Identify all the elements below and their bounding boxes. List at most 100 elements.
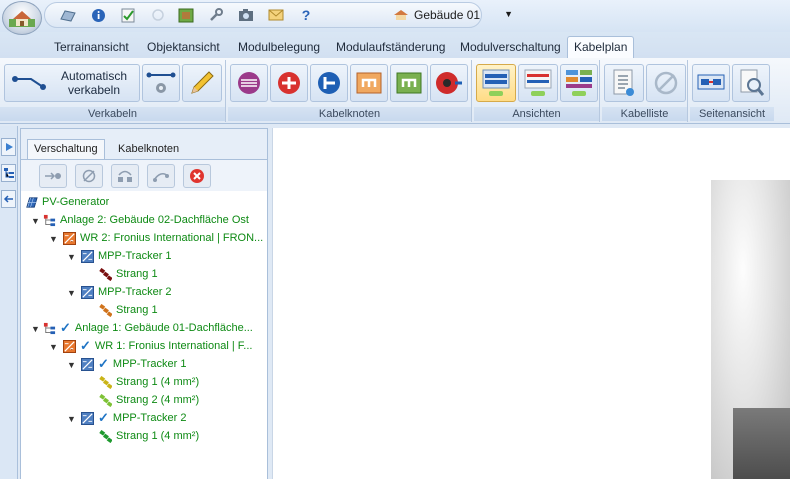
mpp-tracker-icon bbox=[81, 357, 94, 371]
tree-node-mpp-tracker-1[interactable]: MPP-Tracker 1 bbox=[81, 248, 172, 264]
building-select[interactable]: Gebäude 01 ▼ bbox=[385, 5, 521, 25]
node-type-4-button[interactable] bbox=[350, 64, 388, 102]
tree-node-pv-generator[interactable]: PV-Generator bbox=[25, 194, 109, 210]
junction-box-green-icon bbox=[396, 72, 422, 94]
tab-terrainansicht[interactable]: Terrainansicht bbox=[47, 36, 136, 58]
group-button[interactable] bbox=[111, 164, 139, 188]
chevron-down-icon[interactable]: ▼ bbox=[67, 360, 76, 370]
application-menu-button[interactable] bbox=[2, 1, 42, 35]
left-tool-strip bbox=[0, 126, 18, 479]
view-1-button[interactable] bbox=[476, 64, 516, 102]
cable-list-disabled-button[interactable] bbox=[646, 64, 686, 102]
delete-button[interactable] bbox=[183, 164, 211, 188]
node-type-6-button[interactable] bbox=[430, 64, 468, 102]
tree-node-mpp-tracker-2[interactable]: ✓ MPP-Tracker 2 bbox=[81, 410, 186, 426]
cable-plan-canvas[interactable] bbox=[272, 128, 790, 479]
tree-expand-icon[interactable] bbox=[1, 164, 16, 182]
node-type-1-button[interactable] bbox=[230, 64, 268, 102]
arrow-left-icon[interactable] bbox=[1, 190, 16, 208]
camera-icon[interactable] bbox=[237, 7, 255, 23]
tree-label: Strang 2 (4 mm²) bbox=[116, 394, 200, 406]
print-preview-button[interactable] bbox=[732, 64, 770, 102]
tree-node-anlage-1[interactable]: ✓ Anlage 1: Gebäude 01-Dachfläche... bbox=[43, 320, 253, 336]
group-seitenansicht: Seitenansicht bbox=[690, 60, 774, 122]
tab-kabelknoten[interactable]: Kabelknoten bbox=[111, 139, 186, 159]
tree-label: Anlage 2: Gebäude 02-Dachfläche Ost bbox=[60, 214, 249, 226]
chevron-down-icon[interactable]: ▼ bbox=[49, 234, 58, 244]
chevron-down-icon: ▼ bbox=[504, 9, 513, 19]
tab-objektansicht[interactable]: Objektansicht bbox=[140, 36, 227, 58]
mpp-tracker-icon bbox=[81, 249, 94, 263]
checklist-icon[interactable] bbox=[119, 7, 137, 23]
tree-node-wr-1[interactable]: ✓ WR 1: Fronius International | F... bbox=[63, 338, 252, 354]
tab-kabelplan[interactable]: Kabelplan bbox=[567, 36, 635, 58]
tab-verschaltung[interactable]: Verschaltung bbox=[27, 139, 105, 159]
cable-list-button[interactable] bbox=[604, 64, 644, 102]
tree-node-strang[interactable]: Strang 2 (4 mm²) bbox=[99, 392, 199, 408]
cable-icon bbox=[12, 76, 46, 90]
group-label-ansichten: Ansichten bbox=[474, 107, 599, 121]
chevron-down-icon[interactable]: ▼ bbox=[67, 252, 76, 262]
group-label-kabelliste: Kabelliste bbox=[602, 107, 687, 121]
wiring-panel: Verschaltung Kabelknoten PV-Generator ▼ … bbox=[20, 128, 268, 479]
magnifier-document-icon bbox=[740, 69, 765, 96]
tree-node-wr-2[interactable]: WR 2: Fronius International | FRON... bbox=[63, 230, 263, 246]
tree-node-mpp-tracker-1[interactable]: ✓ MPP-Tracker 1 bbox=[81, 356, 186, 372]
info-icon[interactable] bbox=[89, 7, 107, 23]
house-logo-icon bbox=[9, 11, 35, 27]
disconnect-button[interactable] bbox=[75, 164, 103, 188]
view-2-button[interactable] bbox=[518, 64, 558, 102]
cable-settings-button[interactable] bbox=[142, 64, 180, 102]
node-type-2-button[interactable] bbox=[270, 64, 308, 102]
tree-label: Strang 1 (4 mm²) bbox=[116, 430, 200, 442]
draw-cable-button[interactable] bbox=[182, 64, 222, 102]
envelope-icon[interactable] bbox=[267, 7, 285, 23]
pencil-icon bbox=[191, 71, 214, 94]
tree-node-anlage-2[interactable]: Anlage 2: Gebäude 02-Dachfläche Ost bbox=[43, 212, 249, 228]
title-bar: ? Gebäude 01 ▼ bbox=[0, 0, 790, 35]
tree-node-mpp-tracker-2[interactable]: MPP-Tracker 2 bbox=[81, 284, 172, 300]
view-3-button[interactable] bbox=[560, 64, 598, 102]
route-button[interactable] bbox=[147, 164, 175, 188]
group-icon bbox=[118, 170, 132, 182]
connect-button[interactable] bbox=[39, 164, 67, 188]
chevron-down-icon[interactable]: ▼ bbox=[67, 414, 76, 424]
string-orange-icon bbox=[99, 303, 112, 317]
open-icon[interactable] bbox=[59, 7, 77, 23]
auto-cable-label: Automatisch verkabeln bbox=[60, 69, 128, 97]
close-icon bbox=[190, 169, 204, 183]
chevron-down-icon[interactable]: ▼ bbox=[31, 216, 40, 226]
tab-modulaufstaenderung[interactable]: Modulaufständerung bbox=[329, 36, 452, 58]
view-red-icon bbox=[524, 69, 552, 96]
node-red-icon bbox=[278, 72, 300, 94]
group-kabelliste: Kabelliste bbox=[602, 60, 688, 122]
side-view-button[interactable] bbox=[692, 64, 730, 102]
grid-icon[interactable] bbox=[177, 7, 195, 23]
tree-label: MPP-Tracker 1 bbox=[98, 250, 172, 262]
inverter-icon bbox=[63, 339, 76, 353]
inverter-icon bbox=[63, 231, 76, 245]
play-icon[interactable] bbox=[1, 138, 16, 156]
tree-label: Strang 1 bbox=[116, 268, 158, 280]
hierarchy-icon bbox=[43, 322, 56, 334]
group-verkabeln: Automatisch verkabeln Verkabeln bbox=[0, 60, 226, 122]
tab-modulverschaltung[interactable]: Modulverschaltung bbox=[453, 36, 568, 58]
node-type-5-button[interactable] bbox=[390, 64, 428, 102]
solar-panel-icon bbox=[26, 196, 38, 208]
auto-cable-button[interactable]: Automatisch verkabeln bbox=[4, 64, 140, 102]
chevron-down-icon[interactable]: ▼ bbox=[67, 288, 76, 298]
tab-modulbelegung[interactable]: Modulbelegung bbox=[231, 36, 327, 58]
tree-node-strang[interactable]: Strang 1 (4 mm²) bbox=[99, 428, 199, 444]
mpp-tracker-icon bbox=[81, 411, 94, 425]
tree-node-strang[interactable]: Strang 1 bbox=[99, 302, 158, 318]
tree-node-strang[interactable]: Strang 1 bbox=[99, 266, 158, 282]
group-ansichten: Ansichten bbox=[474, 60, 600, 122]
chevron-down-icon[interactable]: ▼ bbox=[31, 324, 40, 334]
help-icon[interactable]: ? bbox=[297, 7, 315, 23]
string-dark-red-icon bbox=[99, 267, 112, 281]
circle-icon[interactable] bbox=[149, 7, 167, 23]
chevron-down-icon[interactable]: ▼ bbox=[49, 342, 58, 352]
node-type-3-button[interactable] bbox=[310, 64, 348, 102]
wrench-icon[interactable] bbox=[207, 7, 225, 23]
tree-node-strang[interactable]: Strang 1 (4 mm²) bbox=[99, 374, 199, 390]
